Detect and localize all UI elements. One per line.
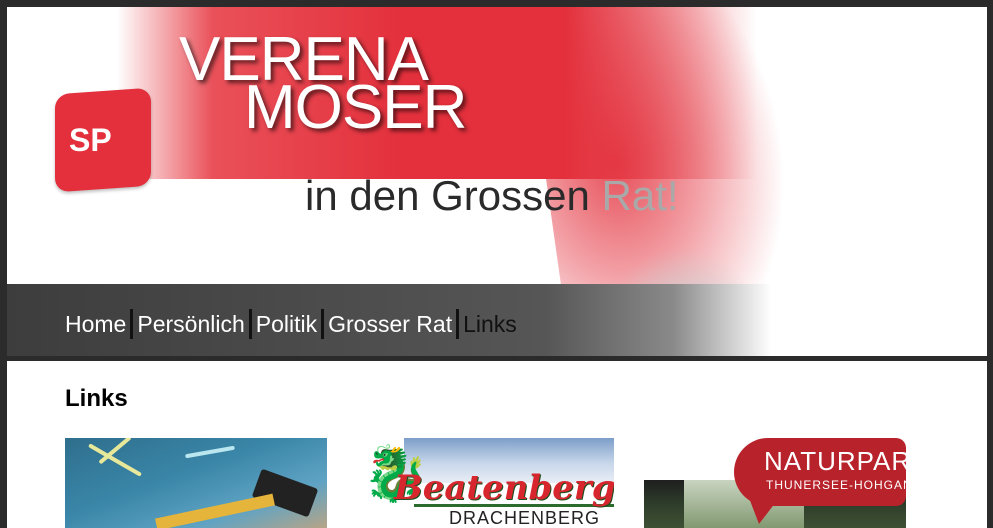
naturpark-bubble-tail (749, 498, 779, 524)
eraser-shape (251, 468, 319, 518)
site-header: SP VERENA MOSER in den Grossen Rat! Home… (7, 7, 987, 359)
link-thumb-naturpark[interactable]: NATURPARK THUNERSEE-HOHGANT (644, 438, 906, 528)
sp-logo[interactable]: SP (55, 87, 151, 193)
nav-item-grosser-rat[interactable]: Grosser Rat (324, 309, 456, 339)
sp-logo-text: SP (69, 121, 112, 158)
link-thumb-beatenberg[interactable]: 🐉 Beatenberg DRACHENBERG (354, 438, 614, 528)
page-frame: SP VERENA MOSER in den Grossen Rat! Home… (7, 7, 987, 528)
naturpark-subtitle: THUNERSEE-HOHGANT (766, 478, 906, 492)
slogan: in den Grossen Rat! (305, 172, 679, 220)
slogan-faded: Rat! (601, 172, 679, 219)
chalk-mark (185, 445, 235, 459)
main-nav: Home Persönlich Politik Grosser Rat Link… (7, 284, 987, 356)
beatenberg-wordmark: Beatenberg (394, 468, 614, 508)
beatenberg-subtitle: DRACHENBERG (449, 508, 601, 528)
nav-item-persoenlich[interactable]: Persönlich (133, 309, 248, 339)
nav-item-home[interactable]: Home (61, 309, 130, 339)
candidate-last-name: MOSER (244, 73, 467, 142)
page-title: Links (65, 385, 128, 412)
link-thumb-school[interactable] (65, 438, 327, 528)
pencil-shape (155, 493, 275, 528)
main-content: Links 🐉 Beatenberg DRACHENBERG NATURPARK… (7, 361, 987, 528)
nav-item-politik[interactable]: Politik (252, 309, 321, 339)
nav-item-links[interactable]: Links (459, 309, 521, 339)
naturpark-title: NATURPARK (764, 446, 906, 476)
slogan-main: in den Grossen (305, 172, 602, 219)
